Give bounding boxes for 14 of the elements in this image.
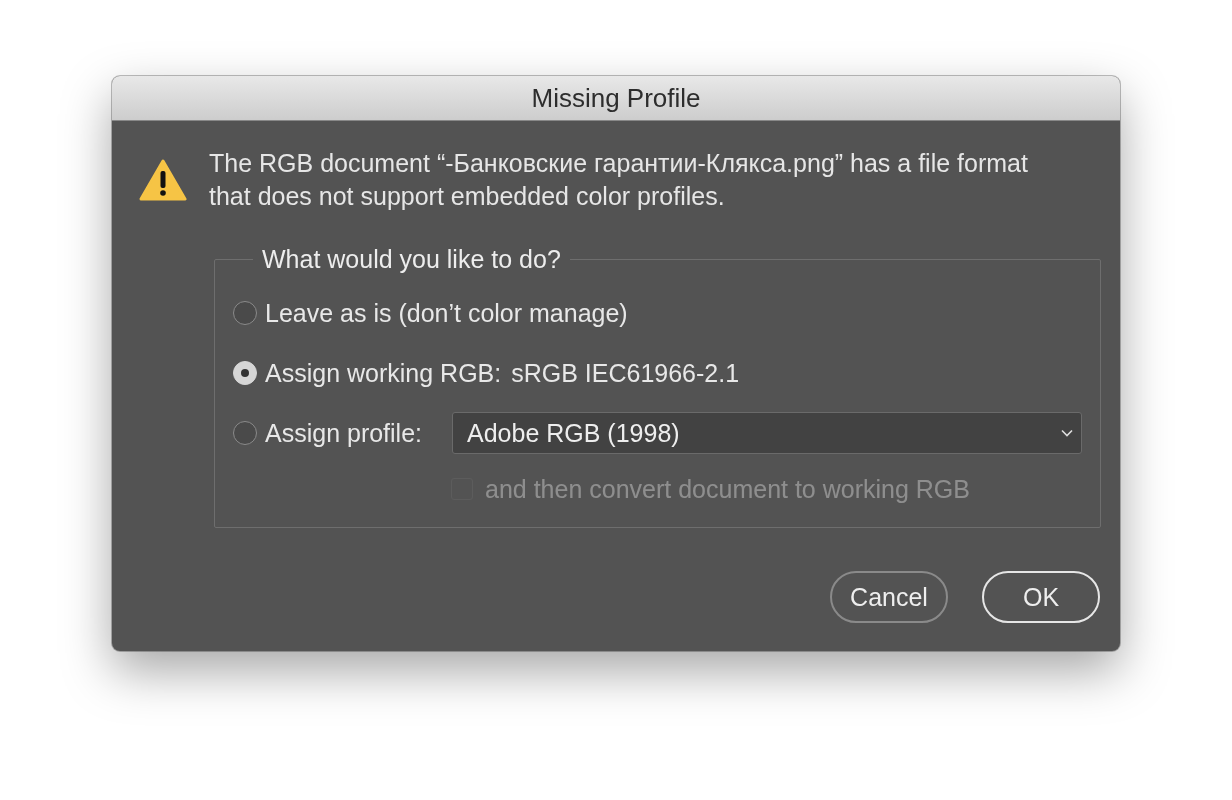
message-text: The RGB document “-Банковские гарантии-Клякса.png” has a file format that does not support embedded color profiles. bbox=[209, 148, 1029, 212]
window-title: Missing Profile bbox=[531, 82, 701, 114]
profile-dropdown[interactable]: Adobe RGB (1998) bbox=[452, 412, 1082, 454]
group-legend: What would you like to do? bbox=[253, 244, 570, 274]
radio-button[interactable] bbox=[233, 301, 257, 325]
radio-button[interactable] bbox=[233, 421, 257, 445]
dialog-button[interactable]: OK bbox=[982, 571, 1100, 623]
dialog-button[interactable]: Cancel bbox=[830, 571, 948, 623]
warning-icon bbox=[139, 159, 187, 201]
option-label[interactable]: Assign profile: bbox=[265, 418, 423, 448]
chevron-down-icon bbox=[1061, 429, 1073, 437]
option-label[interactable]: Leave as is (don’t color manage) bbox=[265, 298, 628, 328]
working-profile-text: sRGB IEC61966-2.1 bbox=[511, 358, 740, 388]
option-label[interactable]: Assign working RGB: bbox=[265, 358, 502, 388]
